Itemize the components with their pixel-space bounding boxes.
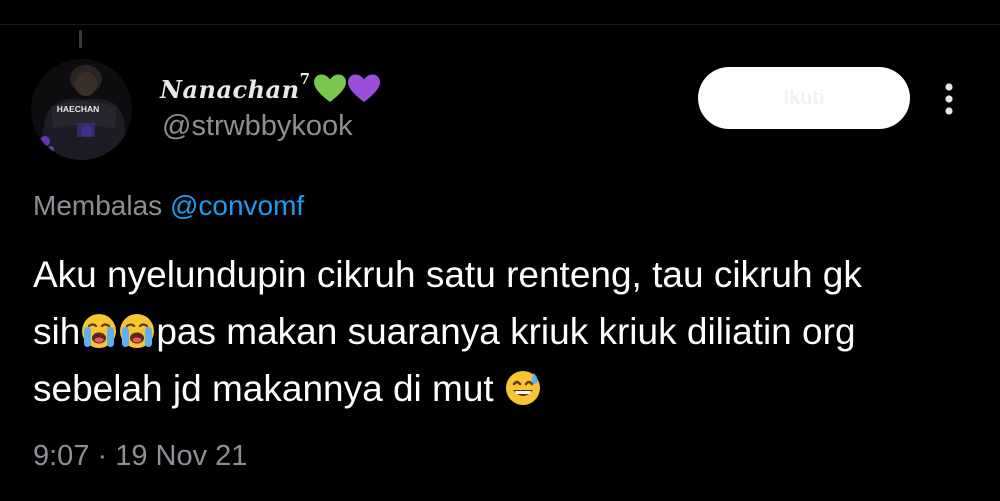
green-heart-icon [314, 74, 346, 102]
tweet-text-line-1: Aku nyelundupin cikruh satu renteng, tau… [33, 254, 862, 295]
tweet-text-line-3: sebelah jd makannya di mut [33, 360, 973, 417]
replying-to-line: Membalas @convomf [33, 190, 304, 222]
display-name-text: Nanachan [160, 74, 300, 104]
tweet-text: Aku nyelundupin cikruh satu renteng, tau… [33, 246, 973, 417]
more-vertical-icon[interactable] [934, 79, 964, 119]
tweet-text-line-3-text: sebelah jd makannya di mut [33, 368, 504, 409]
loudly-crying-face-icon [82, 314, 117, 348]
tweet-text-line-2-end: pas makan suaranya kriuk kriuk diliatin … [156, 311, 856, 352]
thread-connector-line [79, 30, 82, 48]
author-handle[interactable]: @strwbbykook [162, 110, 353, 143]
avatar[interactable]: HAECHAN [31, 59, 132, 160]
grinning-face-with-sweat-icon [506, 371, 540, 405]
top-divider [0, 24, 1000, 25]
avatar-image: HAECHAN [31, 59, 132, 160]
purple-heart-icon [348, 74, 380, 102]
follow-button[interactable]: Ikuti [698, 67, 910, 129]
avatar-jacket-text: HAECHAN [57, 104, 100, 114]
tweet-text-line-2-start: sih [33, 311, 81, 352]
display-name-superscript: 7 [299, 70, 310, 88]
author-display-name[interactable]: Nanachan 7 [160, 70, 381, 106]
reply-mention-link[interactable]: @convomf [170, 190, 304, 221]
tweet-timestamp[interactable]: 9:07 · 19 Nov 21 [33, 440, 247, 473]
tweet-text-line-2: sih pas makan suaranya kriuk kriuk dilia… [33, 303, 973, 360]
loudly-crying-face-icon [120, 314, 155, 348]
reply-prefix: Membalas [33, 190, 163, 221]
